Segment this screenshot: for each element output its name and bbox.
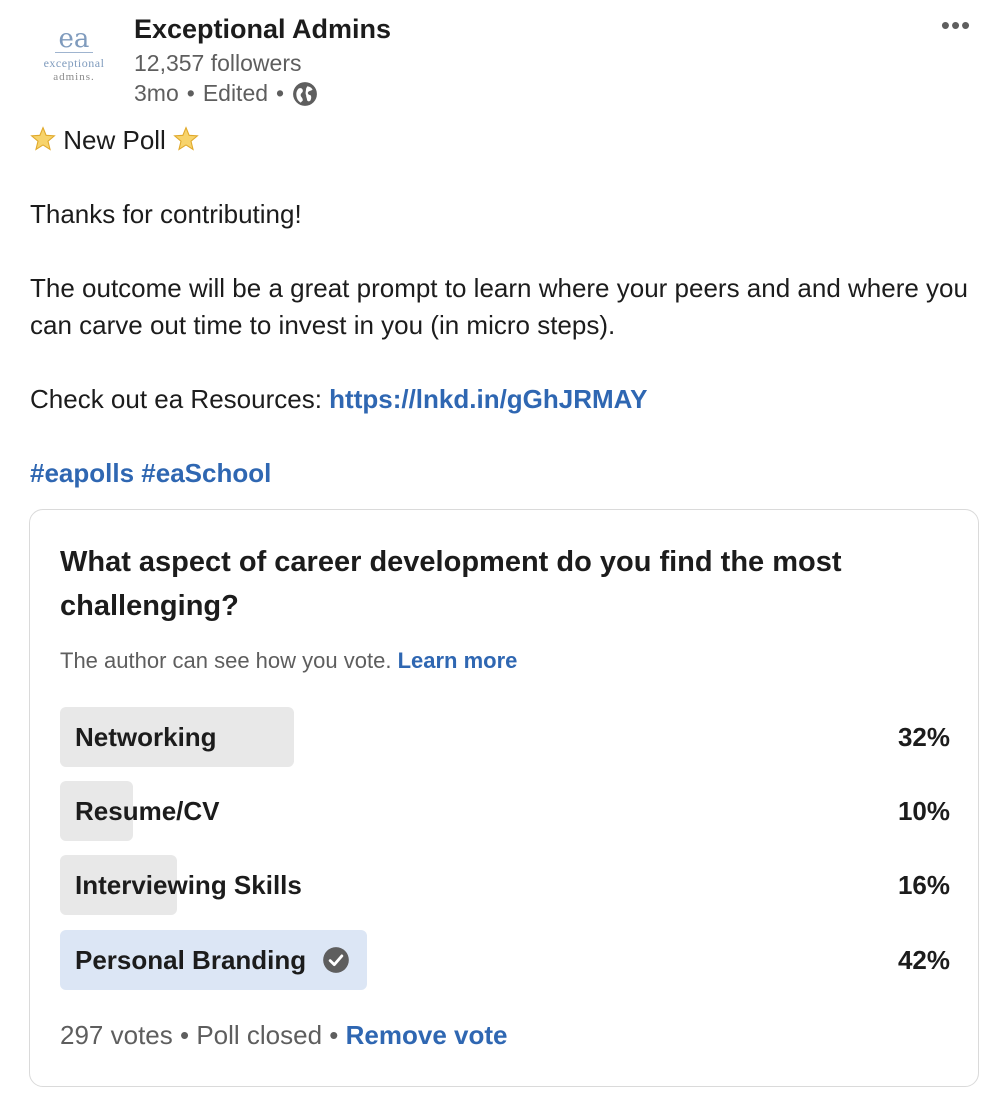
footer-separator: • [329,1020,339,1050]
resources-prefix: Check out ea Resources: [30,384,330,414]
footer-separator: • [179,1020,190,1050]
resources-line: Check out ea Resources: https://lnkd.in/… [30,381,970,418]
follower-count: 12,357 followers [134,50,302,76]
post-meta: 3mo • Edited • [134,80,318,107]
post-paragraph: The outcome will be a great prompt to le… [30,273,968,340]
learn-more-link[interactable]: Learn more [398,648,518,673]
poll-notice: The author can see how you vote. Learn m… [60,648,517,674]
hashtag-link[interactable]: #eapolls [30,458,134,488]
poll-option-personal-branding[interactable]: Personal Branding 42% [60,930,950,990]
poll-option-label: Personal Branding [75,945,307,975]
poll-option-label: Interviewing Skills [75,870,302,900]
logo-mark: ea [58,24,90,54]
star-emoji-icon [30,126,56,151]
poll-question: What aspect of career development do you… [60,546,842,622]
meta-separator: • [276,80,285,106]
poll-option-resume[interactable]: Resume/CV 10% [60,781,950,841]
meta-separator: • [186,80,195,106]
poll-option-label: Networking [75,722,217,752]
star-emoji-icon [173,126,199,151]
company-logo[interactable]: ea exceptional admins. [30,20,118,92]
resources-link[interactable]: https://lnkd.in/gGhJRMAY [329,384,647,414]
edited-label: Edited [202,80,269,106]
post-header: ea exceptional admins. Exceptional Admin… [0,0,1000,120]
logo-line-1: exceptional [43,56,105,70]
post-title-line: New Poll [30,122,970,159]
more-options-icon[interactable]: ••• [936,10,976,40]
poll-option-percent: 42% [897,945,950,975]
remove-vote-button[interactable]: Remove vote [346,1020,508,1050]
poll-status: Poll closed [196,1020,323,1050]
poll-option-percent: 10% [897,796,950,826]
hashtags: #eapolls #eaSchool [30,455,970,492]
post-title: New Poll [63,125,166,155]
poll-card: What aspect of career development do you… [29,509,979,1087]
post-age: 3mo [134,80,179,106]
globe-icon [293,81,318,106]
poll-notice-text: The author can see how you vote. [60,648,392,673]
poll-option-label: Resume/CV [75,796,220,826]
poll-option-percent: 16% [897,870,950,900]
poll-option-networking[interactable]: Networking 32% [60,707,950,767]
logo-line-2: admins. [53,71,95,83]
poll-option-interviewing[interactable]: Interviewing Skills 16% [60,855,950,915]
hashtag-link[interactable]: #eaSchool [141,458,271,488]
check-circle-icon [323,947,349,973]
thanks-text: Thanks for contributing! [30,199,302,229]
poll-footer: 297 votes • Poll closed • Remove vote [60,1020,507,1051]
vote-count: 297 votes [60,1020,173,1050]
logo-rule [55,52,93,53]
author-name[interactable]: Exceptional Admins [134,14,391,45]
poll-option-percent: 32% [897,722,950,752]
post-body: New Poll Thanks for contributing! The ou… [30,122,970,492]
